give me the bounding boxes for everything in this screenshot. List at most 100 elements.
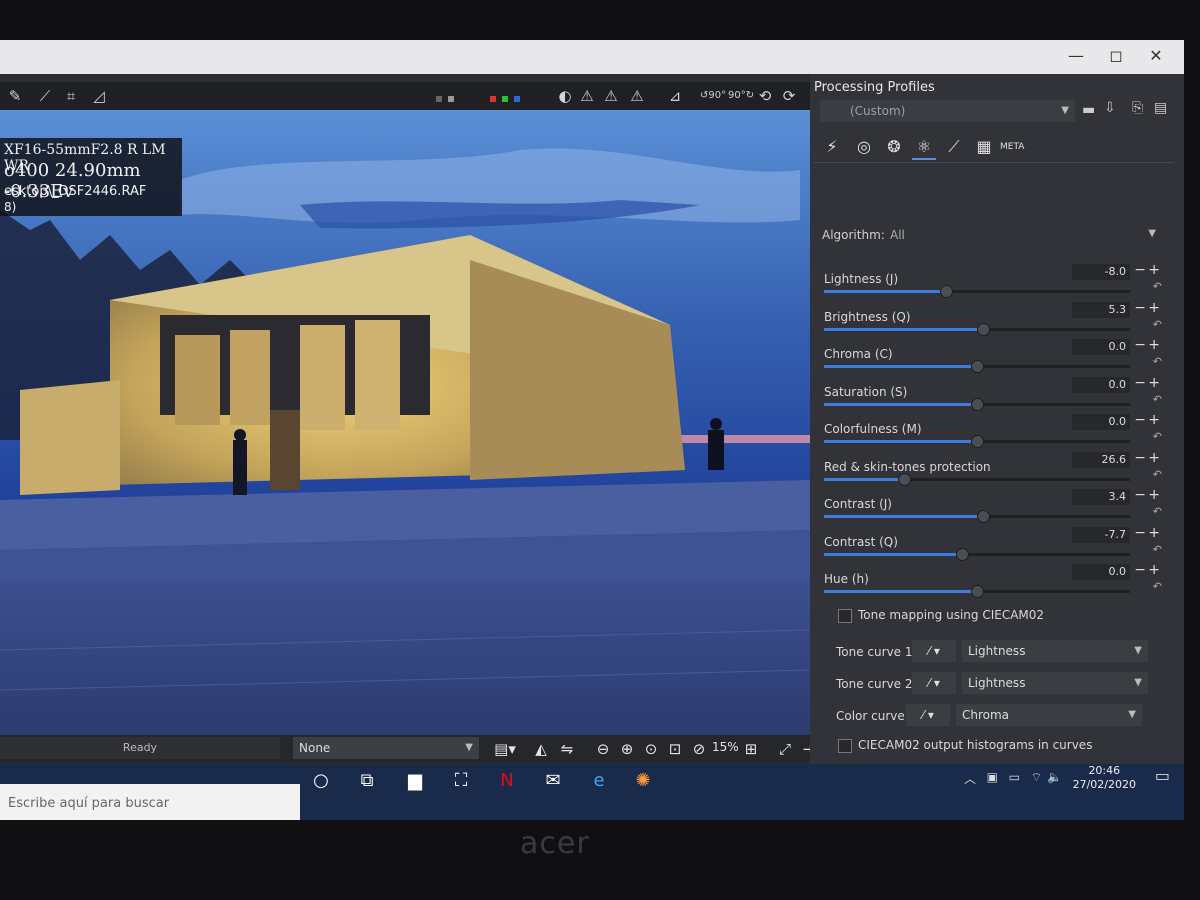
curve-mode-select[interactable]: Lightness ▼ (962, 672, 1148, 694)
zoom-fit-icon[interactable]: ⊡ (664, 738, 686, 760)
minimize-button[interactable]: — (1056, 44, 1096, 68)
minus-icon[interactable]: − (1134, 487, 1146, 503)
slider-handle[interactable] (956, 547, 969, 561)
open-folder-icon[interactable]: ▬ (1082, 102, 1095, 118)
image-viewer[interactable]: XF16-55mmF2.8 R LM WR o400 24.90mm -0.33… (0, 110, 810, 735)
app-tray-icon[interactable]: ▣ (987, 770, 998, 784)
store-icon[interactable]: ⛶ (446, 766, 476, 796)
zoom-100-icon[interactable]: ⊙ (640, 738, 662, 760)
curve-type-select[interactable]: ⁄ ▾ (912, 672, 956, 694)
reset-icon[interactable]: ↶ (1153, 280, 1162, 293)
netflix-icon[interactable]: N (492, 766, 522, 796)
minus-icon[interactable]: − (1134, 525, 1146, 541)
preview-swatch-red[interactable] (490, 96, 496, 102)
plus-icon[interactable]: + (1148, 412, 1160, 428)
fullscreen-icon[interactable]: ⤢ (774, 738, 796, 760)
slider-value-input[interactable]: -8.0 (1072, 264, 1130, 280)
preview-swatch-gray[interactable] (436, 96, 442, 102)
tab-detail[interactable]: ◎ (852, 136, 876, 158)
tab-transform[interactable]: ⟋ (942, 136, 966, 158)
system-clock[interactable]: 20:46 27/02/2020 (1073, 764, 1136, 792)
plus-icon[interactable]: + (1148, 562, 1160, 578)
curve-mode-select[interactable]: Chroma ▼ (956, 704, 1142, 726)
slider-handle[interactable] (898, 472, 911, 486)
rawtherapee-icon[interactable]: ✺ (628, 766, 658, 796)
reset-icon[interactable]: ↶ (1153, 393, 1162, 406)
chevron-up-icon[interactable]: ︿ (964, 770, 976, 787)
slider-handle[interactable] (971, 360, 984, 373)
tab-raw[interactable]: ▦ (972, 136, 996, 158)
preview-swatch-light[interactable] (448, 96, 454, 102)
reset-icon[interactable]: ↶ (1153, 505, 1162, 518)
plus-icon[interactable]: + (1148, 262, 1160, 278)
reset-icon[interactable]: ↶ (1153, 318, 1162, 331)
slider-value-input[interactable]: 5.3 (1072, 301, 1130, 318)
rotate-left-icon[interactable]: ↺90° (700, 86, 726, 106)
slider-value-input[interactable]: 0.0 (1072, 414, 1130, 430)
file-explorer-icon[interactable]: ▆ (400, 766, 430, 796)
battery-icon[interactable]: ▭ (1009, 770, 1020, 784)
slider-value-input[interactable]: 26.6 (1072, 451, 1130, 468)
slider-handle[interactable] (971, 397, 984, 411)
minus-icon[interactable]: − (1134, 337, 1146, 353)
slider-value-input[interactable]: 3.4 (1072, 489, 1130, 505)
perspective-icon[interactable]: ◿ (88, 86, 110, 106)
wifi-icon[interactable]: ⌔ (1031, 770, 1042, 785)
plus-icon[interactable]: + (1148, 300, 1160, 316)
preview-swatch-green[interactable] (502, 96, 508, 102)
maximize-button[interactable]: ◻ (1096, 44, 1136, 68)
minus-icon[interactable]: − (1134, 262, 1146, 278)
new-detail-window-icon[interactable]: ⊞ (740, 738, 762, 760)
crop-icon[interactable]: ⌗ (60, 86, 82, 106)
paste-profile-icon[interactable]: ▤ (1154, 100, 1167, 116)
color-picker-icon[interactable]: ✎ (4, 86, 26, 106)
straighten-icon[interactable]: ⟋ (34, 86, 56, 106)
output-profile-select[interactable]: None ▼ (293, 737, 479, 759)
focus-mask-icon[interactable]: ◐ (554, 86, 576, 106)
slider-value-input[interactable]: 0.0 (1072, 376, 1130, 393)
save-profile-icon[interactable]: ⇩ (1104, 100, 1116, 116)
curve-mode-select[interactable]: Lightness ▼ (962, 640, 1148, 662)
plus-icon[interactable]: + (1148, 337, 1160, 353)
mail-icon[interactable]: ✉ (538, 766, 568, 796)
warning-icon[interactable]: ⚠ (626, 86, 648, 106)
slider-handle[interactable] (977, 510, 990, 523)
preview-swatch-blue[interactable] (514, 96, 520, 102)
copy-profile-icon[interactable]: ⎘ (1132, 100, 1143, 116)
cortana-icon[interactable]: ○ (306, 766, 336, 796)
reset-icon[interactable]: ↶ (1153, 355, 1162, 368)
tab-advanced[interactable]: ⚛ (912, 136, 936, 160)
task-view-icon[interactable]: ⧉ (352, 766, 382, 796)
minus-icon[interactable]: − (1134, 375, 1146, 391)
minus-icon[interactable]: − (1134, 412, 1146, 428)
tone-mapping-checkbox[interactable]: Tone mapping using CIECAM02 (838, 608, 1044, 623)
slider-value-input[interactable]: 0.0 (1072, 339, 1130, 355)
reset-icon[interactable]: ↶ (1153, 430, 1162, 443)
histogram-icon[interactable]: ⊿ (664, 86, 686, 106)
edge-icon[interactable]: e (584, 766, 614, 796)
tab-metadata[interactable]: META (1000, 136, 1024, 158)
export-profile-icon[interactable]: ▤▾ (488, 738, 522, 760)
plus-icon[interactable]: + (1148, 487, 1160, 503)
minus-icon[interactable]: − (1134, 562, 1146, 578)
flip-vertical-icon[interactable]: ⟳ (778, 86, 800, 106)
slider-handle[interactable] (940, 285, 953, 298)
chevron-down-icon[interactable]: ▼ (1148, 228, 1156, 239)
reset-icon[interactable]: ↶ (1153, 468, 1162, 481)
tab-exposure[interactable]: ⚡ (820, 136, 844, 158)
tab-color[interactable]: ❂ (882, 136, 906, 158)
plus-icon[interactable]: + (1148, 375, 1160, 391)
algorithm-value[interactable]: All (890, 228, 905, 242)
notification-icon[interactable]: ▭ (1155, 766, 1170, 785)
plus-icon[interactable]: + (1148, 450, 1160, 466)
plus-icon[interactable]: + (1148, 525, 1160, 541)
curve-type-select[interactable]: ⁄ ▾ (912, 640, 956, 662)
before-after-icon[interactable]: ◭ (530, 738, 552, 760)
zoom-in-icon[interactable]: ⊕ (616, 738, 638, 760)
zoom-out-icon[interactable]: ⊖ (592, 738, 614, 760)
slider-handle[interactable] (971, 585, 984, 598)
shadow-clip-icon[interactable]: ⚠ (576, 86, 598, 106)
taskbar-search-input[interactable]: Escribe aquí para buscar (0, 784, 300, 820)
profile-select[interactable]: (Custom) ▼ (820, 100, 1075, 122)
flip-horizontal-icon[interactable]: ⟲ (754, 86, 776, 106)
